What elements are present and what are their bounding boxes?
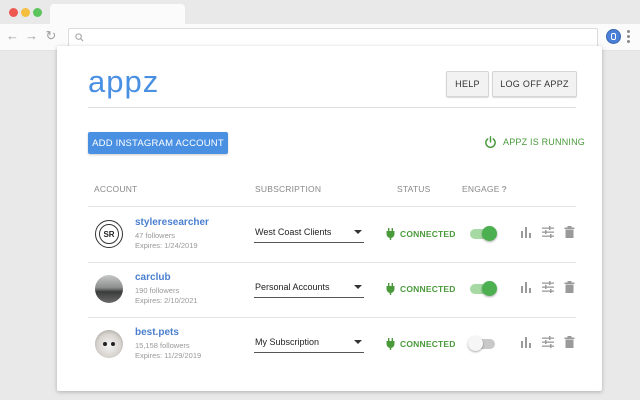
plug-icon (386, 338, 395, 350)
engage-toggle[interactable] (470, 281, 497, 296)
reload-icon[interactable]: ↻ (45, 29, 57, 43)
avatar (95, 330, 123, 358)
expiry-date: Expires: 2/10/2021 (135, 296, 198, 305)
follower-count: 15,158 followers (135, 341, 190, 350)
toggle-knob (468, 336, 483, 351)
subscription-select[interactable]: West Coast Clients (254, 222, 364, 243)
back-icon[interactable]: ← (6, 29, 19, 43)
engage-toggle[interactable] (468, 336, 495, 351)
app-logo: appz (88, 64, 160, 99)
caret-down-icon (354, 230, 362, 234)
tune-icon[interactable] (542, 281, 554, 293)
follower-count: 47 followers (135, 231, 176, 240)
subscription-select[interactable]: My Subscription (254, 332, 364, 353)
expiry-date: Expires: 1/24/2019 (135, 241, 198, 250)
browser-tab[interactable] (50, 4, 185, 24)
address-bar[interactable] (68, 28, 598, 48)
toggle-knob (482, 281, 497, 296)
bar-chart-icon[interactable] (520, 336, 532, 348)
expiry-date: Expires: 11/29/2019 (135, 351, 202, 360)
forward-icon[interactable]: → (25, 29, 38, 43)
toggle-knob (482, 226, 497, 241)
running-status: APPZ IS RUNNING (484, 134, 585, 150)
close-window-button[interactable] (9, 8, 18, 17)
table-row: SR styleresearcher 47 followers Expires:… (57, 208, 602, 262)
header-engage: ENGAGE? (462, 184, 507, 194)
connection-status: CONNECTED (386, 338, 456, 350)
menu-icon[interactable] (627, 30, 630, 45)
running-label: APPZ IS RUNNING (503, 137, 586, 147)
avatar-monogram: SR (99, 224, 119, 244)
account-name[interactable]: best.pets (135, 327, 179, 338)
subscription-value: West Coast Clients (255, 227, 332, 237)
power-icon (485, 135, 496, 148)
trash-icon[interactable] (564, 336, 575, 348)
table-row: carclub 190 followers Expires: 2/10/2021… (57, 263, 602, 317)
header-divider (88, 107, 576, 108)
trash-icon[interactable] (564, 281, 575, 293)
tune-icon[interactable] (542, 226, 554, 238)
extension-popup: appz HELP LOG OFF APPZ ADD INSTAGRAM ACC… (57, 46, 602, 391)
engage-toggle[interactable] (470, 226, 497, 241)
account-name[interactable]: carclub (135, 272, 171, 283)
follower-count: 190 followers (135, 286, 180, 295)
tune-icon[interactable] (542, 336, 554, 348)
minimize-window-button[interactable] (21, 8, 30, 17)
bar-chart-icon[interactable] (520, 281, 532, 293)
subscription-value: My Subscription (255, 337, 320, 347)
maximize-window-button[interactable] (33, 8, 42, 17)
extension-icon[interactable] (606, 29, 621, 44)
plug-icon (386, 283, 395, 295)
avatar: SR (95, 220, 123, 248)
header-engage-label: ENGAGE (462, 184, 500, 194)
row-divider (88, 206, 576, 207)
subscription-value: Personal Accounts (255, 282, 330, 292)
header-account: ACCOUNT (94, 184, 138, 194)
plug-icon (386, 228, 395, 240)
browser-chrome: ← → ↻ (0, 0, 640, 51)
help-button[interactable]: HELP (446, 71, 489, 97)
connection-status: CONNECTED (386, 228, 456, 240)
bar-chart-icon[interactable] (520, 226, 532, 238)
avatar (95, 275, 123, 303)
subscription-select[interactable]: Personal Accounts (254, 277, 364, 298)
caret-down-icon (354, 285, 362, 289)
status-label: CONNECTED (400, 339, 456, 349)
account-name[interactable]: styleresearcher (135, 217, 209, 228)
status-label: CONNECTED (400, 229, 456, 239)
caret-down-icon (354, 340, 362, 344)
header-subscription: SUBSCRIPTION (255, 184, 322, 194)
log-off-button[interactable]: LOG OFF APPZ (492, 71, 577, 97)
connection-status: CONNECTED (386, 283, 456, 295)
status-label: CONNECTED (400, 284, 456, 294)
table-row: best.pets 15,158 followers Expires: 11/2… (57, 318, 602, 372)
header-status: STATUS (397, 184, 431, 194)
trash-icon[interactable] (564, 226, 575, 238)
add-instagram-account-button[interactable]: ADD INSTAGRAM ACCOUNT (88, 132, 228, 154)
search-icon (75, 33, 84, 42)
engage-help-icon[interactable]: ? (502, 184, 507, 194)
